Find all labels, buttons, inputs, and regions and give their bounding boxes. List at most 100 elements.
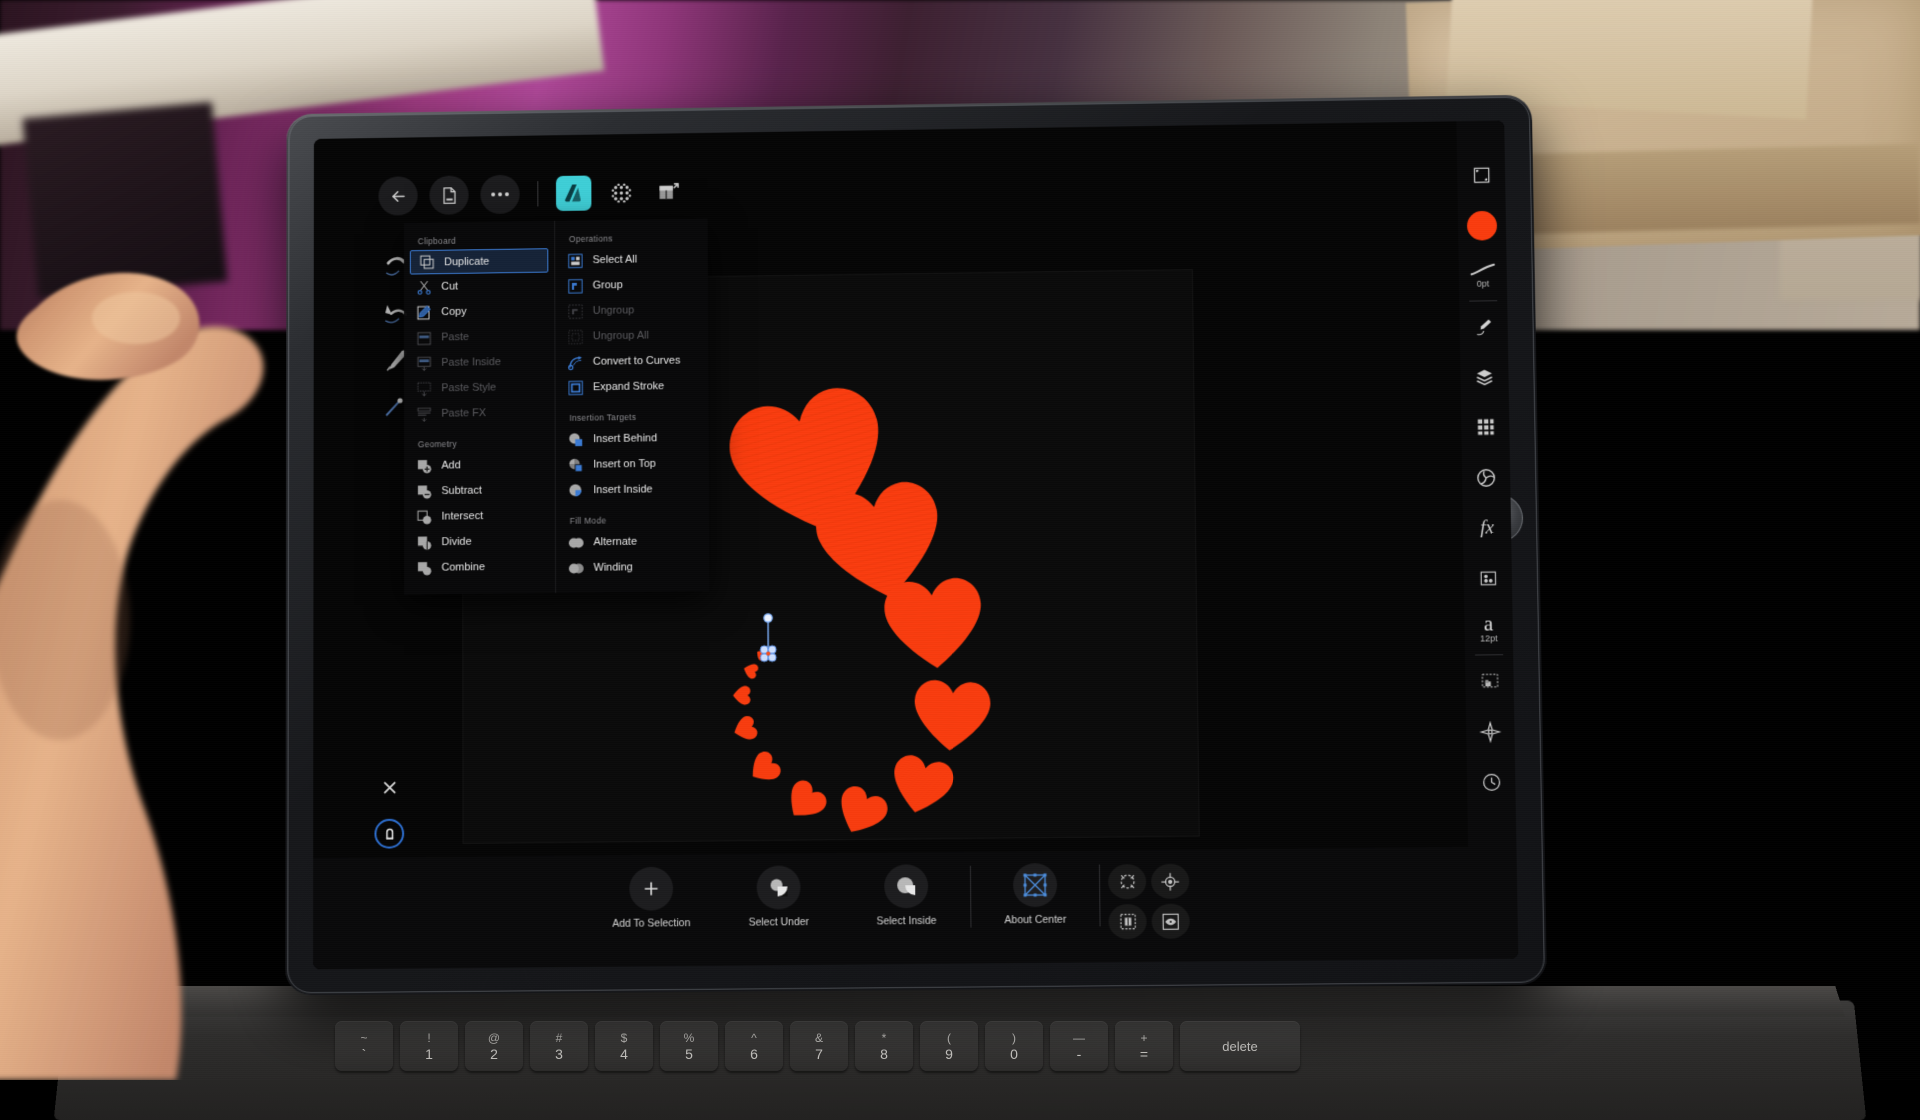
keyboard-key[interactable]: )0 — [985, 1021, 1043, 1071]
menu-item-subtract[interactable]: Subtract — [404, 477, 555, 504]
select-under-icon[interactable] — [757, 865, 801, 909]
key-primary: 2 — [490, 1047, 498, 1061]
menu-item-select-all[interactable]: Select All — [555, 246, 708, 274]
about-center-group[interactable]: About Center — [979, 851, 1092, 927]
context-button-group[interactable]: Add To Selection Select Under Select Insid… — [595, 852, 962, 930]
heart-shape — [731, 714, 759, 744]
keyboard-key[interactable]: %5 — [660, 1021, 718, 1071]
character-studio-caption: 12pt — [1480, 634, 1498, 644]
edit-flyout-menu[interactable]: ClipboardDuplicateCutCopyPastePaste Insi… — [404, 219, 709, 595]
export-persona-button[interactable] — [650, 174, 686, 210]
layers-studio[interactable] — [1460, 351, 1509, 402]
heart-shape — [744, 748, 784, 788]
keyboard-key[interactable]: += — [1115, 1021, 1173, 1071]
about-center[interactable]: About Center — [979, 863, 1092, 927]
menu-item-winding[interactable]: Winding — [556, 554, 709, 581]
menu-item-paste-style: Paste Style — [404, 374, 555, 401]
keyboard-key[interactable]: !1 — [400, 1021, 458, 1071]
transform-toggle-grid[interactable] — [1108, 850, 1190, 940]
keyboard-key[interactable]: #3 — [530, 1021, 588, 1071]
transform-studio[interactable] — [1466, 706, 1515, 757]
menu-item-intersect[interactable]: Intersect — [404, 502, 555, 529]
back-button[interactable] — [378, 176, 417, 215]
stroke-studio[interactable]: 0pt — [1458, 250, 1507, 301]
plus-icon[interactable] — [629, 867, 673, 911]
history-studio[interactable] — [1467, 757, 1516, 808]
menu-item-copy[interactable]: Copy — [404, 298, 554, 325]
menu-item-convert-to-curves[interactable]: Convert to Curves — [555, 347, 708, 375]
designer-persona-button[interactable] — [556, 176, 591, 212]
menu-item-label: Paste — [441, 331, 469, 343]
select-under-label: Select Under — [748, 916, 809, 929]
menu-item-divide[interactable]: Divide — [404, 528, 555, 555]
document-menu-button[interactable] — [429, 175, 468, 214]
select-inside-icon[interactable] — [884, 864, 928, 908]
keyboard-key[interactable]: &7 — [790, 1021, 848, 1071]
heart-shape — [886, 752, 957, 819]
menu-item-add[interactable]: Add — [404, 451, 555, 478]
menu-item-insert-on-top[interactable]: Insert on Top — [556, 450, 709, 477]
menu-item-expand-stroke[interactable]: Expand Stroke — [556, 373, 709, 401]
select-under[interactable]: Select Under — [723, 865, 835, 929]
menu-item-combine[interactable]: Combine — [404, 554, 555, 581]
divide-geometry-icon — [416, 534, 433, 551]
swatches-studio[interactable] — [1461, 402, 1510, 453]
key-symbol: ) — [1012, 1032, 1016, 1044]
ungroup-icon — [567, 303, 584, 320]
ipad-device: ClipboardDuplicateCutCopyPastePaste Insi… — [285, 95, 1547, 996]
keyboard-key[interactable]: $4 — [595, 1021, 653, 1071]
character-studio[interactable]: a12pt — [1464, 603, 1513, 654]
top-toolbar[interactable] — [378, 170, 685, 217]
keyboard-key[interactable]: @2 — [465, 1021, 523, 1071]
menu-header-geometry: Geometry — [404, 433, 555, 454]
menu-item-label: Add — [441, 460, 460, 472]
export-studio[interactable] — [1465, 655, 1514, 706]
about-center-icon[interactable] — [1013, 863, 1057, 907]
preview-toggle[interactable] — [1151, 904, 1190, 939]
menu-item-alternate[interactable]: Alternate — [556, 528, 709, 555]
close-icon[interactable] — [374, 772, 404, 802]
menu-item-ungroup: Ungroup — [555, 297, 708, 325]
menu-item-label: Cut — [441, 281, 458, 293]
toolbar-divider — [537, 181, 538, 206]
add-to-selection[interactable]: Add To Selection — [595, 866, 707, 930]
menu-header-insertion_targets: Insertion Targets — [556, 406, 709, 427]
affinity-designer-app: ClipboardDuplicateCutCopyPastePaste Insi… — [313, 121, 1518, 970]
menu-item-cut[interactable]: Cut — [404, 272, 554, 299]
fullscreen-toggle[interactable] — [1457, 150, 1506, 201]
menu-item-insert-inside[interactable]: Insert Inside — [556, 476, 709, 503]
effects-studio[interactable]: fx — [1463, 502, 1512, 553]
colour-swatch[interactable] — [1458, 200, 1507, 251]
pixel-persona-button[interactable] — [603, 175, 639, 211]
adjustment-studio[interactable] — [1463, 553, 1512, 604]
key-primary: delete — [1222, 1040, 1257, 1053]
menu-column-clipboard-geometry[interactable]: ClipboardDuplicateCutCopyPastePaste Insi… — [404, 221, 556, 595]
key-primary: 3 — [555, 1047, 563, 1061]
keyboard-key[interactable]: —- — [1050, 1021, 1108, 1071]
menu-item-paste: Paste — [404, 323, 554, 350]
keyboard-key[interactable]: *8 — [855, 1021, 913, 1071]
menu-item-label: Alternate — [593, 536, 637, 548]
transform-selection-toggle[interactable] — [1108, 864, 1146, 899]
menu-column-operations-fill[interactable]: OperationsSelect AllGroupUngroupUngroup … — [555, 219, 709, 593]
context-toolbar[interactable]: Add To Selection Select Under Select Insid… — [313, 846, 1518, 969]
duplicate-icon — [419, 254, 436, 271]
keyboard-key[interactable]: ~` — [335, 1021, 393, 1071]
magnet-icon[interactable] — [374, 819, 404, 849]
keyboard-key-delete[interactable]: delete — [1180, 1021, 1300, 1071]
transform-object-toggle[interactable] — [1108, 904, 1146, 939]
menu-item-duplicate[interactable]: Duplicate — [410, 248, 549, 274]
select-inside[interactable]: Select Inside — [850, 864, 962, 928]
brushes-studio[interactable] — [1459, 301, 1508, 352]
colour-studio[interactable] — [1462, 452, 1511, 503]
intersect-geometry-icon — [416, 508, 433, 525]
heart-shape — [882, 576, 985, 672]
more-menu-button[interactable] — [480, 175, 519, 214]
keyboard-key[interactable]: ^6 — [725, 1021, 783, 1071]
transform-origin-toggle[interactable] — [1151, 864, 1189, 899]
menu-item-label: Subtract — [441, 485, 481, 497]
menu-item-insert-behind[interactable]: Insert Behind — [556, 425, 709, 452]
keyboard-number-row[interactable]: ~`!1@2#3$4%5^6&7*8(9)0—-+= delete — [335, 1021, 1300, 1071]
keyboard-key[interactable]: (9 — [920, 1021, 978, 1071]
menu-item-group[interactable]: Group — [555, 271, 708, 299]
